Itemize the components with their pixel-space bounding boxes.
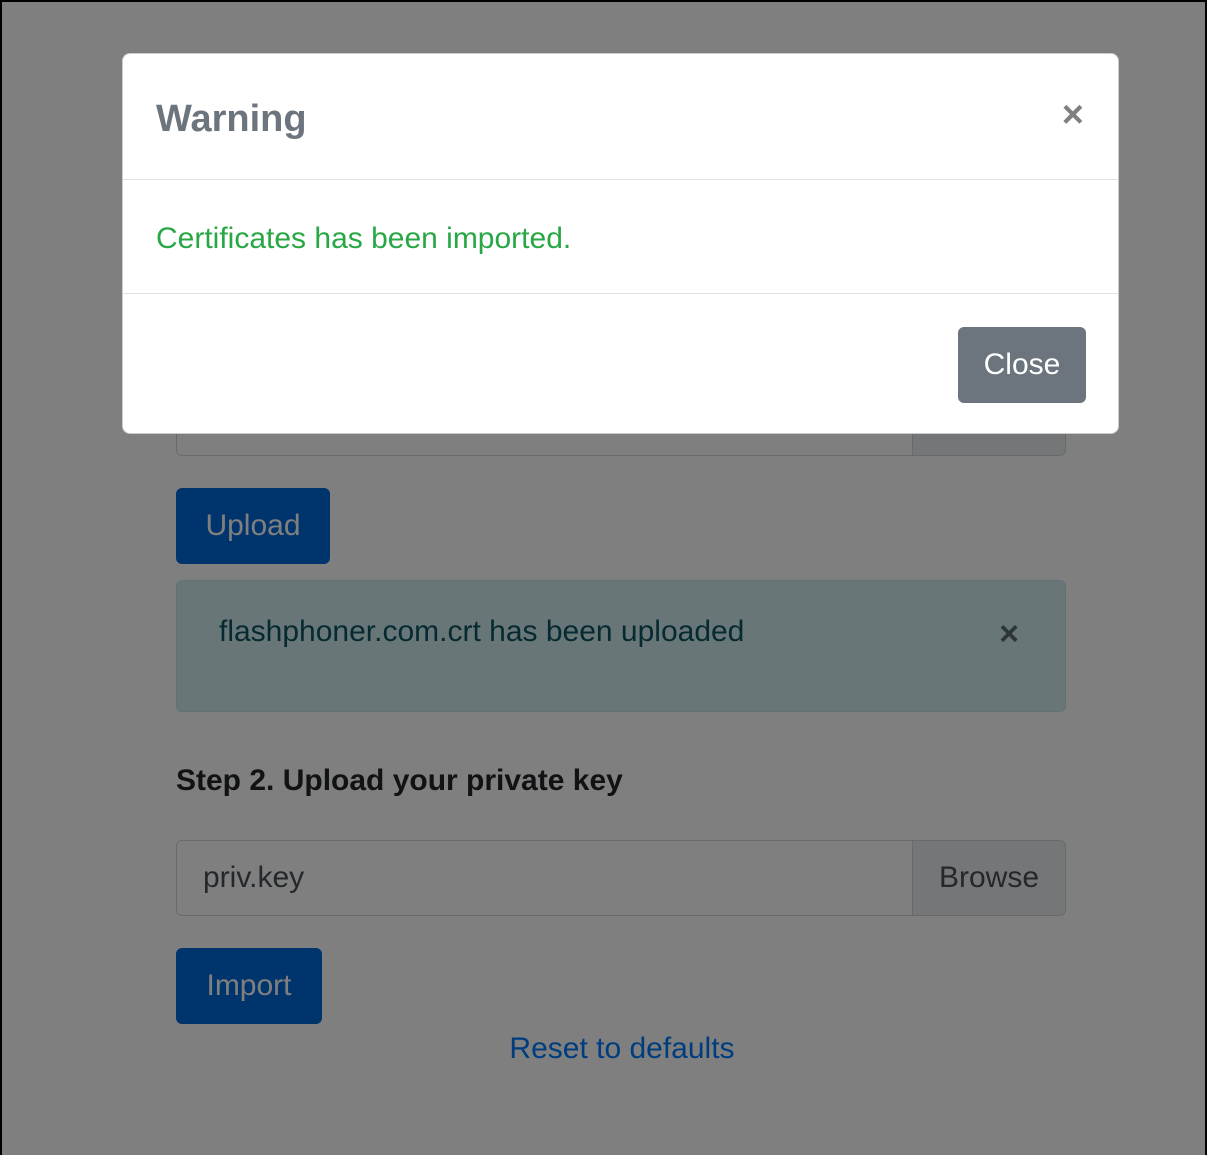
- modal-body: Certificates has been imported.: [123, 180, 1118, 294]
- close-icon[interactable]: ×: [1062, 96, 1084, 134]
- modal-message: Certificates has been imported.: [156, 222, 572, 255]
- warning-modal: Warning × Certificates has been imported…: [122, 53, 1119, 434]
- app-frame: Upload flashphoner.com.crt has been uplo…: [0, 0, 1207, 1155]
- close-button[interactable]: Close: [958, 327, 1086, 403]
- modal-header: Warning ×: [123, 54, 1118, 180]
- modal-footer: Close: [123, 294, 1118, 433]
- modal-title: Warning: [156, 98, 307, 140]
